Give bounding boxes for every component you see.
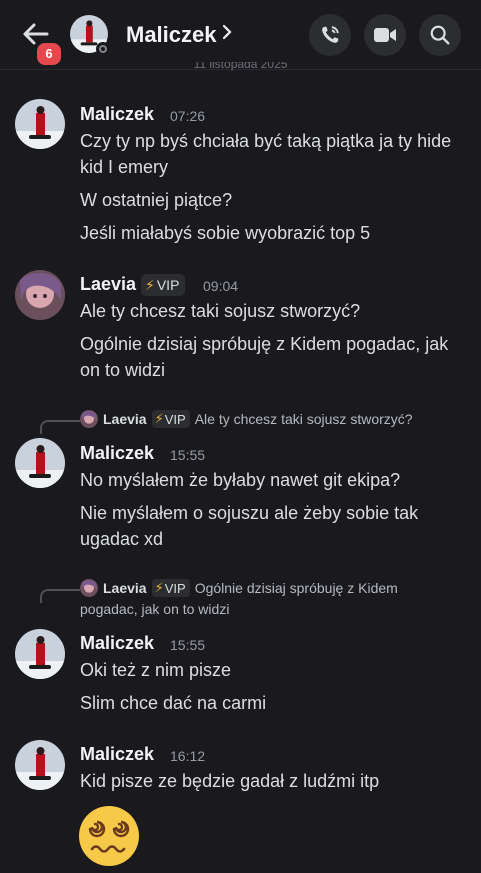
reply-text: pogadac, jak on to widzi (80, 601, 230, 617)
voice-call-button[interactable] (309, 14, 351, 56)
avatar (80, 410, 98, 428)
avatar[interactable] (15, 99, 65, 149)
message-text: No myślałem że byłaby nawet git ekipa? (80, 470, 401, 490)
search-icon (430, 25, 450, 45)
message-text: Kid pisze ze będzie gadał z ludźmi itp (80, 771, 380, 791)
vip-label: VIP (156, 277, 180, 293)
vip-role-badge: ⚡ VIP (151, 579, 190, 597)
message-author[interactable]: Maliczek (80, 633, 154, 654)
message-text: Jeśli miałabyś sobie wyobrazić top 5 (80, 223, 371, 243)
reply-connector (40, 420, 80, 434)
avatar[interactable] (15, 740, 65, 790)
video-camera-icon (374, 28, 396, 42)
avatar[interactable] (15, 270, 65, 320)
message-timestamp: 07:26 (170, 108, 206, 124)
reply-preview[interactable]: Laevia ⚡ VIP Ale ty chcesz taki sojusz st… (80, 410, 413, 428)
search-button[interactable] (419, 14, 461, 56)
status-offline-icon (96, 42, 110, 56)
video-call-button[interactable] (364, 14, 406, 56)
lightning-icon: ⚡ (145, 276, 155, 293)
message-timestamp: 15:55 (170, 447, 206, 463)
message-text: Nie myślałem o sojuszu ale żeby sobie ta… (80, 503, 419, 549)
reply-text: Ogólnie dzisiaj spróbuję z Kidem (194, 580, 398, 596)
message-author[interactable]: Maliczek (80, 443, 154, 464)
lightning-icon: ⚡ (154, 411, 164, 426)
woozy-face-emoji[interactable] (78, 805, 140, 867)
date-separator: 11 listopada 2025 (193, 62, 288, 71)
vip-role-badge: ⚡ VIP (151, 410, 190, 428)
phone-call-icon (322, 26, 339, 43)
message-author[interactable]: Laevia (80, 274, 136, 295)
message-text: Czy ty np byś chciała być taką piątka ja… (80, 131, 452, 177)
reply-author: Laevia (103, 580, 147, 596)
message-timestamp: 16:12 (170, 748, 206, 764)
back-button[interactable]: 6 (18, 18, 64, 68)
message-timestamp: 15:55 (170, 637, 206, 653)
message-author[interactable]: Maliczek (80, 744, 154, 765)
reply-text: Ale ty chcesz taki sojusz stworzyć? (194, 411, 413, 427)
message-text: Ogólnie dzisiaj spróbuję z Kidem pogadac… (80, 334, 449, 380)
vip-label: VIP (164, 580, 186, 596)
message-text: Ale ty chcesz taki sojusz stworzyć? (80, 301, 361, 321)
lightning-icon: ⚡ (154, 580, 164, 595)
vip-label: VIP (164, 411, 186, 427)
reply-preview[interactable]: Laevia ⚡ VIP Ogólnie dzisiaj spróbuję z K… (80, 579, 398, 597)
avatar[interactable] (15, 629, 65, 679)
chevron-right-icon[interactable] (222, 24, 232, 45)
channel-title[interactable]: Maliczek (126, 22, 217, 48)
message-text: Oki też z nim pisze (80, 660, 232, 680)
chat-header: 6 Maliczek (0, 0, 481, 70)
vip-role-badge: ⚡ VIP (141, 274, 186, 296)
message-text: W ostatniej piątce? (80, 190, 233, 210)
reply-author: Laevia (103, 411, 147, 427)
message-timestamp: 09:04 (203, 278, 239, 294)
avatar[interactable] (15, 438, 65, 488)
message-text: Slim chce dać na carmi (80, 693, 267, 713)
message-author[interactable]: Maliczek (80, 104, 154, 125)
reply-connector (40, 589, 80, 603)
avatar (80, 579, 98, 597)
